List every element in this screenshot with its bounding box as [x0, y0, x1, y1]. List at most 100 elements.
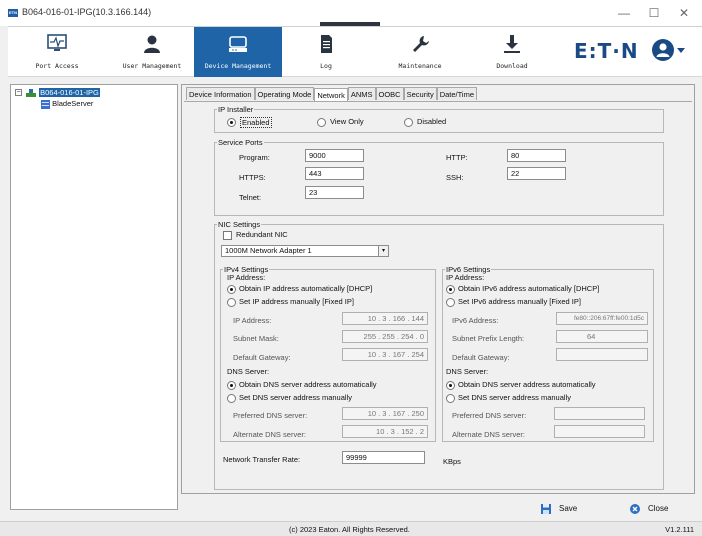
transfer-rate-input[interactable]: 99999 — [342, 451, 425, 464]
toolbar-label: Maintenance — [398, 62, 442, 70]
http-port-input[interactable]: 80 — [507, 149, 566, 162]
program-port-label: Program: — [239, 153, 270, 162]
subnet-prefix-length-input[interactable]: 64 — [556, 330, 648, 343]
tab-oobc[interactable]: OOBC — [375, 87, 404, 100]
subnet-prefix-length-label: Subnet Prefix Length: — [452, 334, 525, 343]
transfer-rate-unit: KBps — [443, 457, 461, 466]
radio-label: Set DNS server address manually — [458, 393, 571, 402]
ipv4-dns-heading: DNS Server: — [227, 367, 270, 376]
tab-bar: Device Information Operating Mode Network A… — [186, 87, 478, 101]
radio-label: Disabled — [417, 117, 447, 126]
tab-security[interactable]: Security — [403, 87, 437, 100]
device-management-panel: Device Information Operating Mode Network A… — [181, 84, 695, 494]
ssh-port-label: SSH: — [446, 173, 464, 182]
ipv6-address-label: IPv6 Address: — [452, 316, 499, 325]
network-adapter-value: 1000M Network Adapter 1 — [225, 246, 312, 255]
ipv6-gateway-label: Default Gateway: — [452, 353, 510, 362]
save-button[interactable]: Save — [541, 502, 577, 516]
ipv4-gateway-input[interactable]: 10 . 3 . 167 . 254 — [342, 348, 428, 361]
tab-device-information[interactable]: Device Information — [186, 87, 255, 100]
ipv4-gateway-label: Default Gateway: — [233, 353, 291, 362]
monitor-pulse-icon — [47, 34, 67, 51]
radio-ip-installer-enabled[interactable] — [227, 118, 236, 127]
ipv6-alternate-dns-label: Alternate DNS server: — [452, 430, 525, 439]
minimize-button[interactable]: — — [614, 5, 634, 21]
radio-label: Obtain DNS server address automatically — [239, 380, 377, 389]
ipv4-address-input[interactable]: 10 . 3 . 166 . 144 — [342, 312, 428, 325]
radio-ipv4-dns-manual[interactable] — [227, 394, 236, 403]
toolbar-label: Port Access — [35, 62, 79, 70]
tree-collapse-toggle[interactable]: − — [15, 89, 22, 96]
maximize-button[interactable]: ☐ — [644, 5, 664, 21]
ipv6-gateway-input[interactable] — [556, 348, 648, 361]
close-window-button[interactable]: ✕ — [674, 5, 694, 21]
radio-ipv6-dns-auto[interactable] — [446, 381, 455, 390]
tree-node-label: BladeServer — [52, 99, 94, 108]
network-adapter-select[interactable]: 1000M Network Adapter 1 ▾ — [221, 245, 389, 257]
group-legend: Service Ports — [218, 138, 263, 147]
user-menu-button[interactable] — [651, 38, 687, 62]
https-port-label: HTTPS: — [239, 173, 266, 182]
radio-label: Enabled — [240, 117, 272, 128]
toolbar-port-access[interactable]: Port Access — [13, 27, 101, 77]
toolbar-label: Device Management — [204, 62, 272, 70]
ipv6-preferred-dns-label: Preferred DNS server: — [452, 411, 527, 420]
tab-date-time[interactable]: Date/Time — [436, 87, 478, 100]
subnet-mask-input[interactable]: 255 . 255 . 254 . 0 — [342, 330, 428, 343]
main-toolbar: Port Access User Management Device Manag… — [8, 26, 702, 77]
radio-ip-installer-disabled[interactable] — [404, 118, 413, 127]
ipv6-alternate-dns-input[interactable] — [554, 425, 645, 438]
toolbar-label: Download — [496, 62, 528, 70]
radio-ipv6-dns-manual[interactable] — [446, 394, 455, 403]
title-bar: ETN B064-016-01-IPG(10.3.166.144) — ☐ ✕ — [0, 0, 702, 26]
ssh-port-input[interactable]: 22 — [507, 167, 566, 180]
download-icon — [504, 35, 520, 53]
network-tab-page: IP Installer Enabled View Only Disabled … — [184, 101, 692, 490]
ipv6-preferred-dns-input[interactable] — [554, 407, 645, 420]
group-legend: IP Installer — [218, 105, 254, 114]
ipv4-alternate-dns-input[interactable]: 10 . 3 . 152 . 2 — [342, 425, 428, 438]
tree-node-device[interactable]: B064-016-01-IPG — [25, 87, 100, 98]
program-port-input[interactable]: 9000 — [305, 149, 364, 162]
tab-network[interactable]: Network — [314, 88, 348, 101]
ipv6-address-heading: IP Address: — [446, 273, 485, 282]
toolbar-label: User Management — [122, 62, 182, 70]
ipv6-address-input[interactable]: fe80::206:67ff:fe00:1d5c — [556, 312, 648, 325]
radio-label: Obtain DNS server address automatically — [458, 380, 596, 389]
radio-ipv4-dhcp[interactable] — [227, 285, 236, 294]
close-button[interactable]: Close — [630, 502, 668, 516]
window-title: B064-016-01-IPG(10.3.166.144) — [22, 7, 152, 17]
tree-node-bladeserver[interactable]: BladeServer — [41, 98, 93, 109]
redundant-nic-checkbox[interactable] — [223, 231, 232, 240]
ipv4-address-label: IP Address: — [233, 316, 272, 325]
radio-ip-installer-view-only[interactable] — [317, 118, 326, 127]
ipv4-preferred-dns-input[interactable]: 10 . 3 . 167 . 250 — [342, 407, 428, 420]
chevron-down-icon — [677, 48, 685, 53]
chevron-down-icon: ▾ — [378, 246, 388, 256]
tab-operating-mode[interactable]: Operating Mode — [254, 87, 315, 100]
eaton-logo: E:T·N — [574, 39, 639, 63]
save-disk-icon — [541, 503, 551, 514]
radio-label: Set IP address manually [Fixed IP] — [239, 297, 354, 306]
radio-ipv4-fixed[interactable] — [227, 298, 236, 307]
toolbar-maintenance[interactable]: Maintenance — [376, 27, 464, 77]
toolbar-download[interactable]: Download — [468, 27, 556, 77]
toolbar-user-management[interactable]: User Management — [108, 27, 196, 77]
radio-label: View Only — [330, 117, 364, 126]
radio-ipv6-fixed[interactable] — [446, 298, 455, 307]
http-port-label: HTTP: — [446, 153, 468, 162]
server-icon — [229, 36, 247, 52]
app-logo-icon: ETN — [8, 9, 18, 17]
radio-ipv4-dns-auto[interactable] — [227, 381, 236, 390]
toolbar-device-management[interactable]: Device Management — [194, 27, 282, 77]
telnet-port-input[interactable]: 23 — [305, 186, 364, 199]
toolbar-label: Log — [320, 62, 332, 70]
tab-anms[interactable]: ANMS — [347, 87, 376, 100]
radio-ipv6-dhcp[interactable] — [446, 285, 455, 294]
ipv4-alternate-dns-label: Alternate DNS server: — [233, 430, 306, 439]
service-ports-group: Service Ports — [214, 138, 664, 216]
user-account-icon — [652, 39, 685, 61]
ipv4-preferred-dns-label: Preferred DNS server: — [233, 411, 308, 420]
toolbar-log[interactable]: Log — [282, 27, 370, 77]
https-port-input[interactable]: 443 — [305, 167, 364, 180]
